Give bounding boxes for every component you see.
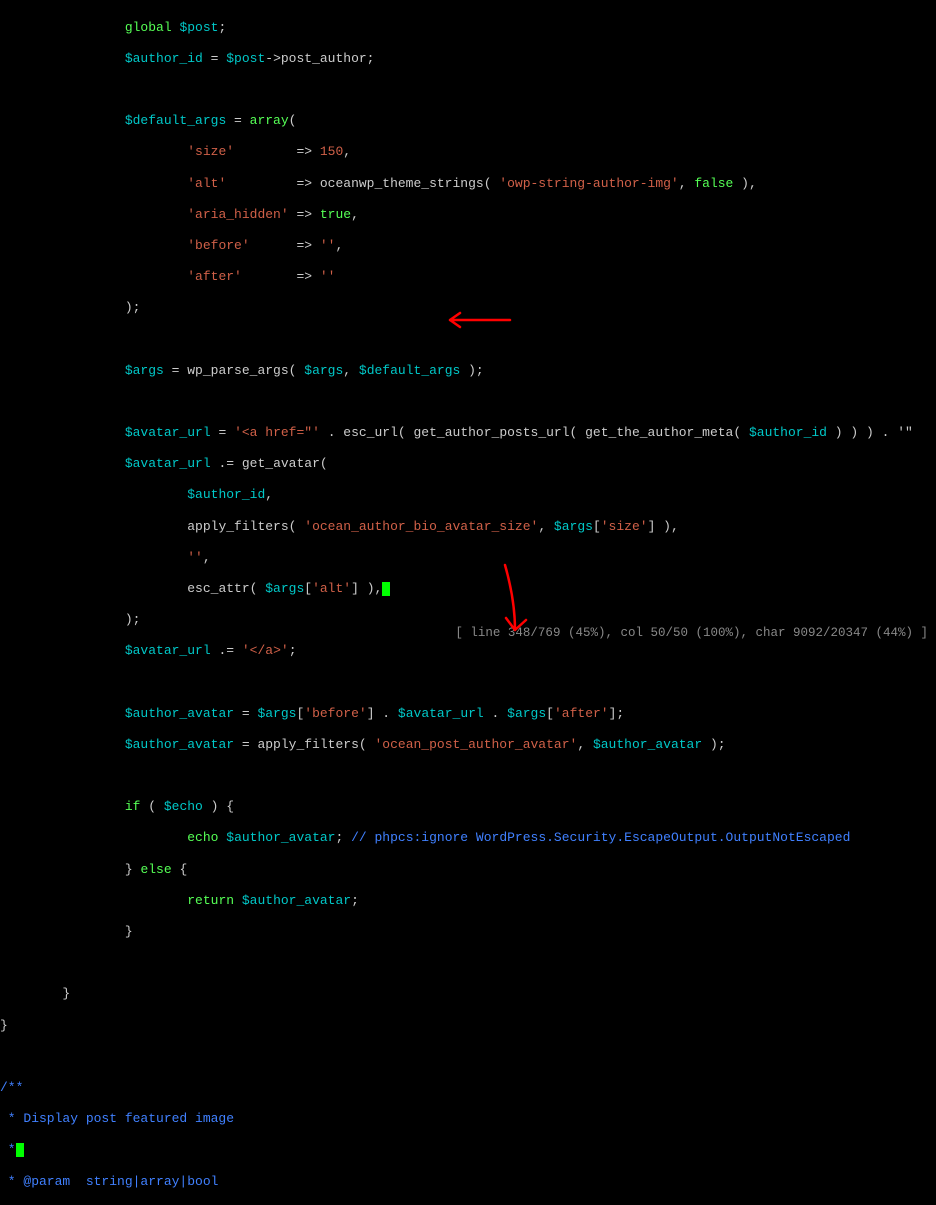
code-line [0, 955, 936, 971]
code-line: 'after' => '' [0, 269, 936, 285]
code-line [0, 675, 936, 691]
code-line: esc_attr( $args['alt'] ), [0, 581, 936, 597]
code-line: $avatar_url .= '</a>'; [0, 643, 936, 659]
code-line: $avatar_url = '<a href="' . esc_url( get… [0, 425, 936, 441]
code-line: $author_id = $post->post_author; [0, 51, 936, 67]
code-line [0, 331, 936, 347]
code-line: '', [0, 550, 936, 566]
status-bar: [ line 348/769 (45%), col 50/50 (100%), … [455, 626, 928, 641]
code-line [0, 768, 936, 784]
code-line: $author_avatar = apply_filters( 'ocean_p… [0, 737, 936, 753]
code-line: $author_id, [0, 487, 936, 503]
code-line [0, 1049, 936, 1065]
code-line: } else { [0, 862, 936, 878]
code-line: 'aria_hidden' => true, [0, 207, 936, 223]
code-line: $args = wp_parse_args( $args, $default_a… [0, 363, 936, 379]
code-editor[interactable]: global $post; $author_id = $post->post_a… [0, 0, 936, 1205]
cursor-secondary [16, 1143, 24, 1157]
code-line: $default_args = array( [0, 113, 936, 129]
code-line: return $author_avatar; [0, 893, 936, 909]
cursor [382, 582, 390, 596]
code-line: 'alt' => oceanwp_theme_strings( 'owp-str… [0, 176, 936, 192]
code-line: ); [0, 300, 936, 316]
code-line: $author_avatar = $args['before'] . $avat… [0, 706, 936, 722]
code-line: * @param string|array|bool [0, 1174, 936, 1190]
code-line: 'before' => '', [0, 238, 936, 254]
code-line: if ( $echo ) { [0, 799, 936, 815]
code-line: } [0, 1018, 936, 1034]
code-line: apply_filters( 'ocean_author_bio_avatar_… [0, 519, 936, 535]
code-line: /** [0, 1080, 936, 1096]
code-line: 'size' => 150, [0, 144, 936, 160]
code-line: * [0, 1142, 936, 1158]
code-line [0, 82, 936, 98]
code-line: } [0, 986, 936, 1002]
code-line: global $post; [0, 20, 936, 36]
code-line: echo $author_avatar; // phpcs:ignore Wor… [0, 830, 936, 846]
code-line: * Display post featured image [0, 1111, 936, 1127]
code-line: $avatar_url .= get_avatar( [0, 456, 936, 472]
code-line: } [0, 924, 936, 940]
code-line [0, 394, 936, 410]
